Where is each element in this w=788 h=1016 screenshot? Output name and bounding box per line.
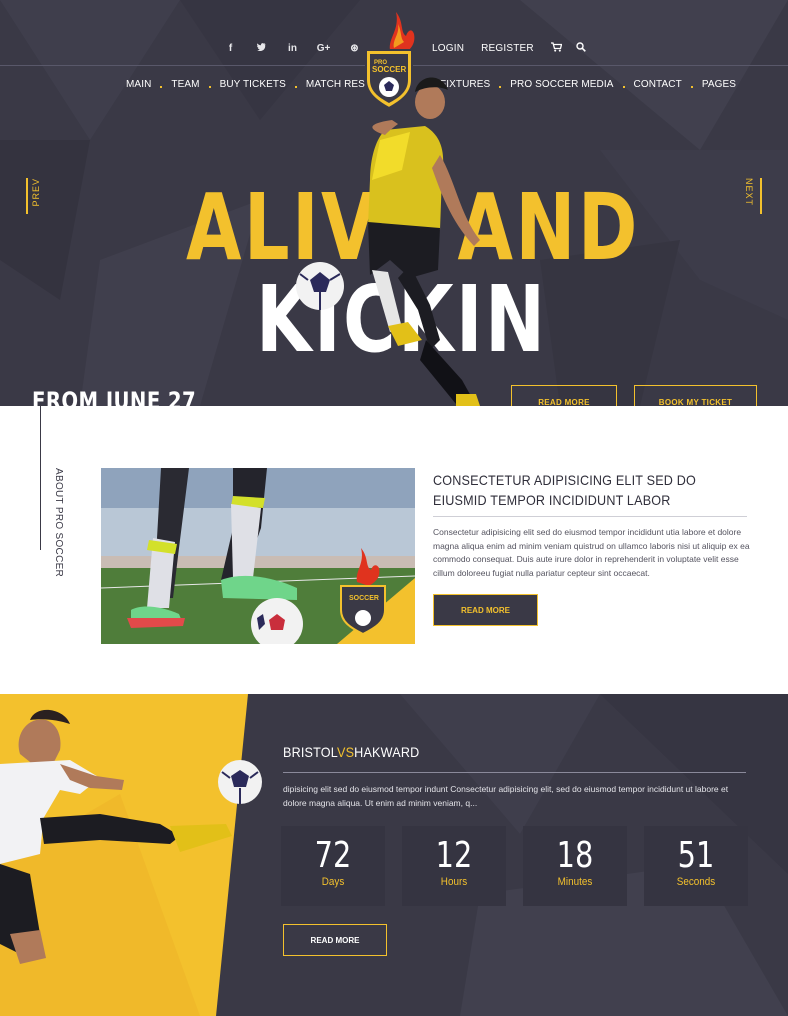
book-ticket-button[interactable]: BOOK MY TICKET <box>634 385 757 406</box>
countdown-label: Minutes <box>557 876 593 888</box>
login-link[interactable]: LOGIN <box>432 43 464 54</box>
countdown-label: Days <box>321 876 345 888</box>
search-icon[interactable] <box>576 39 586 57</box>
about-title: CONSECTETUR ADIPISICING ELIT SED DO EIUS… <box>433 472 697 508</box>
countdown-seconds: 51 Seconds <box>644 826 748 906</box>
nav-item-label: MAIN <box>126 78 152 90</box>
countdown-days: 72 Days <box>281 826 385 906</box>
nav-item-pro-soccer-media[interactable]: PRO SOCCER MEDIA <box>510 79 633 90</box>
about-section-label: ABOUT PRO SOCCER <box>53 468 64 578</box>
match-title-divider <box>283 772 746 773</box>
countdown-value: 18 <box>556 835 594 876</box>
about-description: Consectetur adipisicing elit sed do eius… <box>433 527 750 578</box>
image-logo-text: SOCCER <box>349 595 379 602</box>
nav-item-label: CONTACT <box>633 78 682 90</box>
countdown-label: Hours <box>440 876 468 888</box>
versus-label: VS <box>337 744 355 760</box>
match-description: dipisicing elit sed do eiusmod tempor in… <box>283 784 729 808</box>
about-divider <box>40 406 41 550</box>
countdown-value: 72 <box>314 835 352 876</box>
about-section: ABOUT PRO SOCCER SOCCER CONSECTETUR ADIP… <box>0 406 788 694</box>
nav-item-label: BUY TICKETS <box>219 78 286 90</box>
nav-item-label: PRO SOCCER MEDIA <box>510 78 614 90</box>
prev-indicator <box>26 178 28 214</box>
about-title-divider <box>433 516 747 517</box>
team-away: HAKWARD <box>354 744 420 760</box>
register-link[interactable]: REGISTER <box>481 43 534 54</box>
countdown-minutes: 18 Minutes <box>523 826 627 906</box>
hero-player-image <box>296 77 480 406</box>
nav-item-main[interactable]: MAIN <box>126 79 171 90</box>
about-read-more-button[interactable]: READ MORE <box>433 594 538 626</box>
nav-item-contact[interactable]: CONTACT <box>634 79 702 90</box>
match-read-more-button[interactable]: READ MORE <box>283 924 387 956</box>
facebook-icon[interactable]: f <box>215 43 246 54</box>
nav-separator <box>622 86 625 88</box>
social-links: f in G+ ⊛ <box>215 38 370 58</box>
match-section: BRISTOLVSHAKWARD dipisicing elit sed do … <box>0 694 788 1016</box>
nav-item-label: TEAM <box>171 78 200 90</box>
next-slide-button[interactable]: NEXT <box>744 178 754 206</box>
twitter-icon[interactable] <box>246 42 277 54</box>
team-home: BRISTOL <box>283 744 338 760</box>
match-title: BRISTOLVSHAKWARD <box>283 744 419 760</box>
nav-item-pages[interactable]: PAGES <box>702 79 736 90</box>
nav-separator <box>208 86 211 88</box>
countdown-label: Seconds <box>676 876 716 888</box>
nav-item-label: PAGES <box>701 78 737 90</box>
countdown-value: 51 <box>677 835 715 876</box>
hero-read-more-button[interactable]: READ MORE <box>511 385 617 406</box>
countdown-hours: 12 Hours <box>402 826 506 906</box>
prev-slide-button[interactable]: PREV <box>31 178 41 207</box>
about-feature-image: SOCCER <box>101 468 415 644</box>
nav-item-team[interactable]: TEAM <box>171 79 219 90</box>
account-links: LOGIN REGISTER <box>432 38 600 58</box>
next-indicator <box>760 178 762 214</box>
google-plus-icon[interactable]: G+ <box>308 43 339 54</box>
nav-separator <box>690 86 693 88</box>
pro-soccer-logo[interactable]: PRO SOCCER <box>360 10 418 110</box>
logo-text-soccer: SOCCER <box>372 65 406 74</box>
cart-icon[interactable] <box>550 39 563 57</box>
linkedin-icon[interactable]: in <box>277 43 308 54</box>
countdown-value: 12 <box>435 835 473 876</box>
nav-separator <box>160 86 163 88</box>
event-date: FROM JUNE 27 <box>32 387 197 406</box>
hero-section: f in G+ ⊛ LOGIN REGISTER MAIN TEAM BUY T… <box>0 0 788 406</box>
